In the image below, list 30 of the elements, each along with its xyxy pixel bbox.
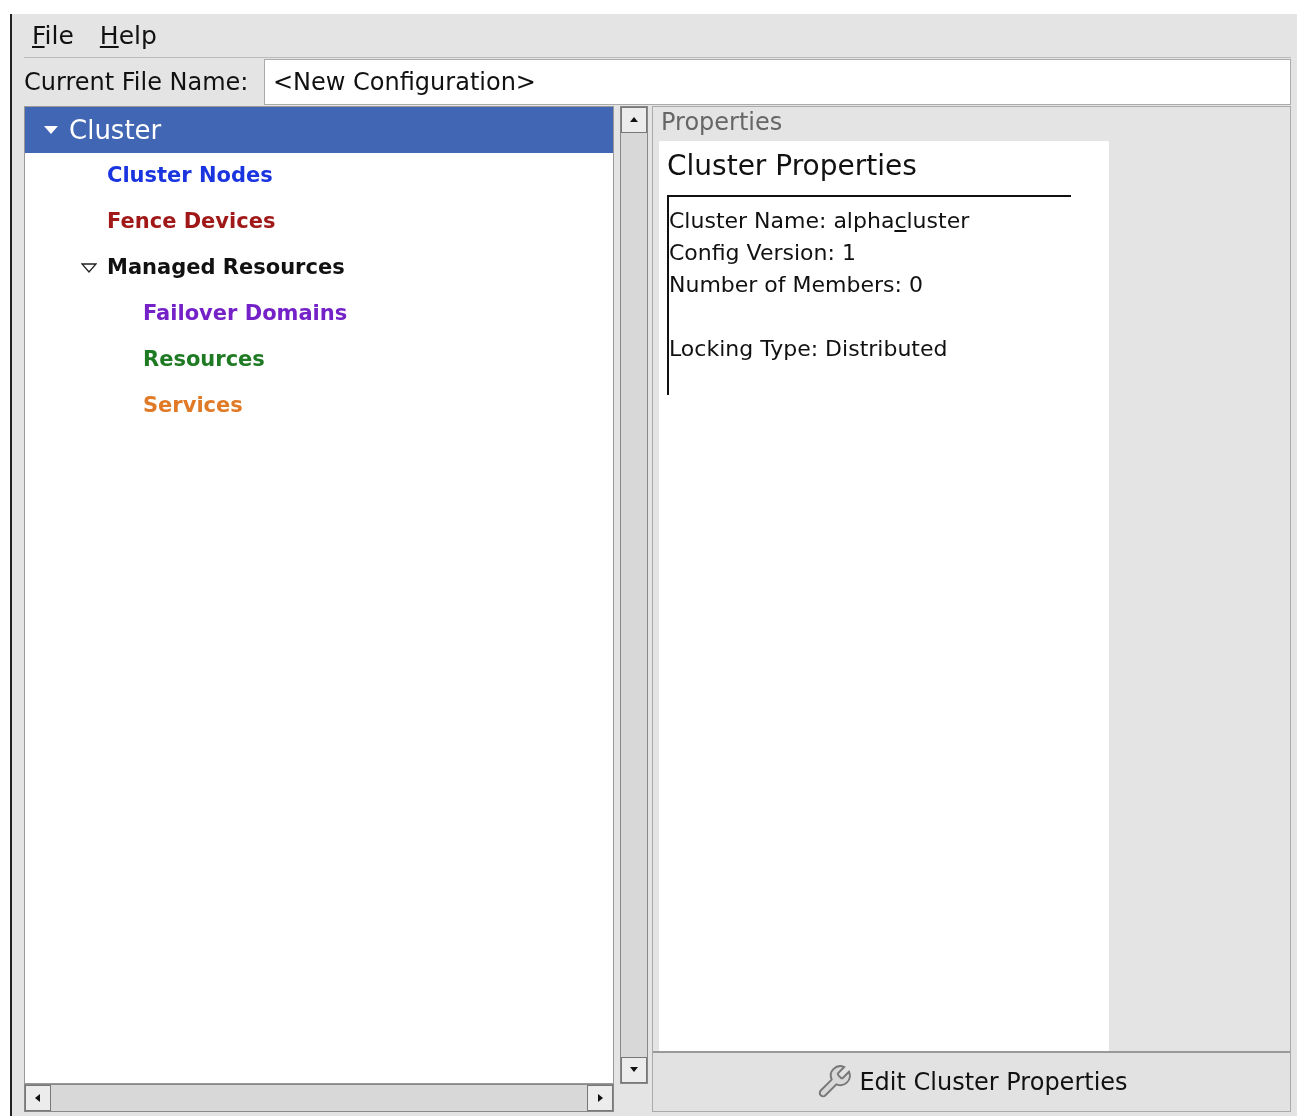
horizontal-scrollbar[interactable]: [24, 1084, 614, 1112]
tree-label: Resources: [143, 346, 265, 374]
tree-item[interactable]: Cluster Nodes: [25, 153, 613, 199]
tree-item[interactable]: Fence Devices: [25, 199, 613, 245]
expanded-triangle-icon[interactable]: [81, 262, 97, 274]
frame-label: Properties: [660, 107, 784, 138]
property-line: Config Version: 1: [669, 239, 857, 267]
scroll-arrow-button[interactable]: [25, 1085, 51, 1111]
tree-label: Cluster: [69, 113, 162, 147]
vertical-scrollbar[interactable]: [620, 106, 648, 1084]
scroll-arrow-button[interactable]: [621, 107, 647, 133]
scroll-arrow-button[interactable]: [587, 1085, 613, 1111]
property-line: Cluster Name: alphacluster: [669, 207, 971, 235]
file-name-field[interactable]: <New Configuration>: [264, 59, 1291, 105]
tree-label: Fence Devices: [107, 208, 276, 236]
tree-label: Failover Domains: [143, 300, 348, 328]
tree-item[interactable]: Cluster: [25, 107, 613, 153]
tree-label: Managed Resources: [107, 254, 345, 282]
field-label: Current File Name:: [24, 67, 250, 98]
tree-label: Cluster Nodes: [107, 162, 273, 190]
tree-item[interactable]: Failover Domains: [25, 291, 613, 337]
properties-title: Cluster Properties: [667, 148, 918, 184]
tree-item[interactable]: Resources: [25, 337, 613, 383]
property-line: Locking Type: Distributed: [669, 335, 949, 363]
menu-item[interactable]: Help: [99, 16, 157, 55]
tree-item[interactable]: Managed Resources: [25, 245, 613, 291]
tree-label: Services: [143, 392, 243, 420]
property-line: Number of Members: 0: [669, 271, 924, 299]
scroll-arrow-button[interactable]: [621, 1057, 647, 1083]
menu-item[interactable]: File: [32, 16, 74, 55]
